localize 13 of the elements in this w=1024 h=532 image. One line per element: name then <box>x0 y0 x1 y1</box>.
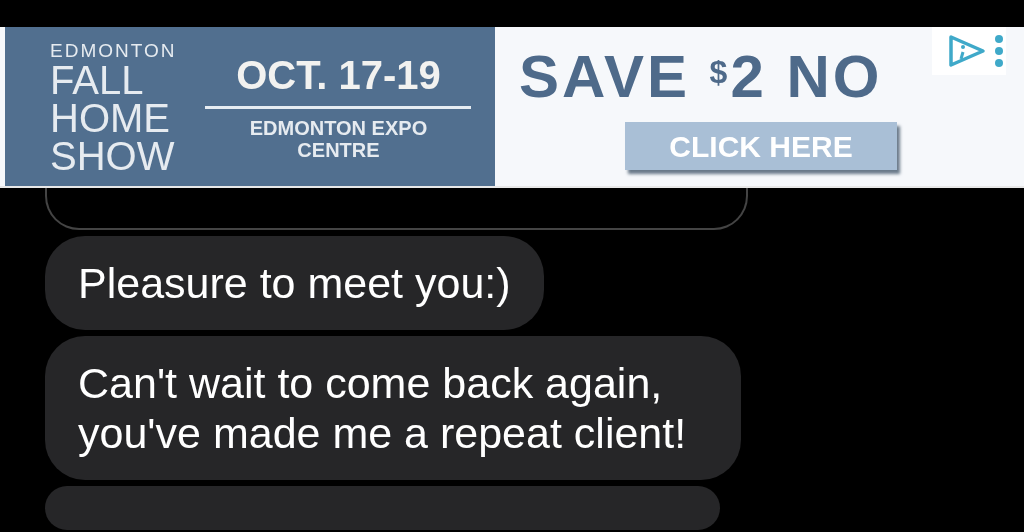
ad-banner[interactable]: EDMONTON FALL HOME SHOW OCT. 17-19 EDMONTON EXPO CENTRE SAVE $^{$}$2 NO CLICK HERE <box>0 27 1024 188</box>
ad-choices-icon <box>948 34 986 68</box>
ad-brand-text: SHOW <box>50 136 176 175</box>
ad-brand-text: HOME <box>50 98 171 137</box>
ad-dates: OCT. 17-19 <box>236 52 441 98</box>
ad-venue: EDMONTON EXPO CENTRE <box>248 117 429 161</box>
message-text: Can't wait to come back again, you've made me a repeat client! <box>78 358 688 458</box>
ad-brand-text: FALL <box>50 60 145 99</box>
more-options-icon[interactable] <box>994 34 1004 68</box>
ad-info-badge[interactable] <box>932 27 1006 75</box>
ad-brand-text: EDMONTON <box>50 40 177 61</box>
message-text: Pleasure to meet you:) <box>78 258 511 308</box>
ad-headline: SAVE $^{$}$2 NO <box>519 42 883 110</box>
